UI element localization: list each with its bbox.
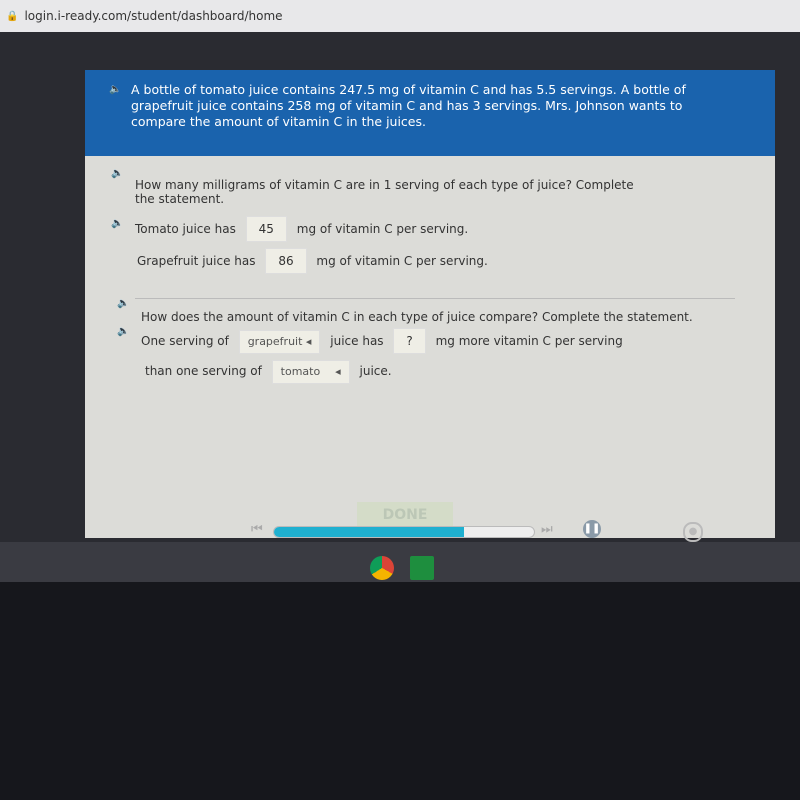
speaker-icon[interactable]: 🔈 <box>109 82 121 98</box>
juice-dropdown-2[interactable]: tomato ◂ <box>271 360 350 384</box>
dropdown-value: grapefruit <box>247 335 303 348</box>
progress-fill <box>274 527 464 537</box>
url-text: login.i-ready.com/student/dashboard/home <box>24 9 283 23</box>
label: mg of vitamin C per serving. <box>296 222 469 236</box>
speaker-icon[interactable]: 🔈 <box>111 218 123 229</box>
divider <box>135 298 735 299</box>
label: One serving of <box>141 334 229 348</box>
lock-icon: 🔒 <box>6 10 19 22</box>
tomato-answer-input[interactable]: 45 <box>245 216 287 242</box>
part1-row-tomato: Tomato juice has 45 mg of vitamin C per … <box>135 216 468 242</box>
lesson-panel: 🔈 A bottle of tomato juice contains 247.… <box>85 70 775 542</box>
difference-answer-input[interactable]: ? <box>393 328 426 354</box>
problem-header: 🔈 A bottle of tomato juice contains 247.… <box>85 70 775 156</box>
dropdown-value: tomato <box>280 365 321 378</box>
done-button[interactable]: DONE <box>357 502 453 528</box>
skip-forward-icon[interactable]: ⏭ <box>541 522 553 537</box>
part1-row-grapefruit: Grapefruit juice has 86 mg of vitamin C … <box>137 248 488 274</box>
address-bar[interactable]: 🔒 login.i-ready.com/student/dashboard/ho… <box>0 0 800 32</box>
label: mg of vitamin C per serving. <box>316 254 488 268</box>
taskbar <box>0 542 800 582</box>
skip-back-icon[interactable]: ⏮ <box>251 522 263 537</box>
label: juice has <box>330 334 384 348</box>
classroom-icon[interactable] <box>410 556 434 580</box>
part2-question: How does the amount of vitamin C in each… <box>141 310 693 324</box>
settings-icon[interactable]: ● <box>683 522 703 542</box>
speaker-icon[interactable]: 🔈 <box>111 168 123 179</box>
label: Tomato juice has <box>135 222 236 236</box>
grapefruit-answer-input[interactable]: 86 <box>265 248 307 274</box>
juice-dropdown-1[interactable]: grapefruit ◂ <box>238 330 321 354</box>
speaker-icon[interactable]: 🔈 <box>117 326 129 337</box>
speaker-icon[interactable]: 🔈 <box>117 298 129 309</box>
label: Grapefruit juice has <box>137 254 256 268</box>
caret-left-icon: ◂ <box>335 365 341 378</box>
progress-bar[interactable] <box>273 526 535 538</box>
caret-left-icon: ◂ <box>305 335 312 348</box>
chrome-icon[interactable] <box>370 556 394 580</box>
problem-text: A bottle of tomato juice contains 247.5 … <box>131 82 686 129</box>
part2-row1: One serving of grapefruit ◂ juice has ? … <box>141 328 623 354</box>
label: juice. <box>359 364 392 378</box>
label: mg more vitamin C per serving <box>435 334 623 348</box>
part2-row2: than one serving of tomato ◂ juice. <box>145 360 392 384</box>
pause-icon[interactable]: ❚❚ <box>583 520 601 538</box>
part1-question: How many milligrams of vitamin C are in … <box>135 178 634 206</box>
label: than one serving of <box>145 364 262 378</box>
